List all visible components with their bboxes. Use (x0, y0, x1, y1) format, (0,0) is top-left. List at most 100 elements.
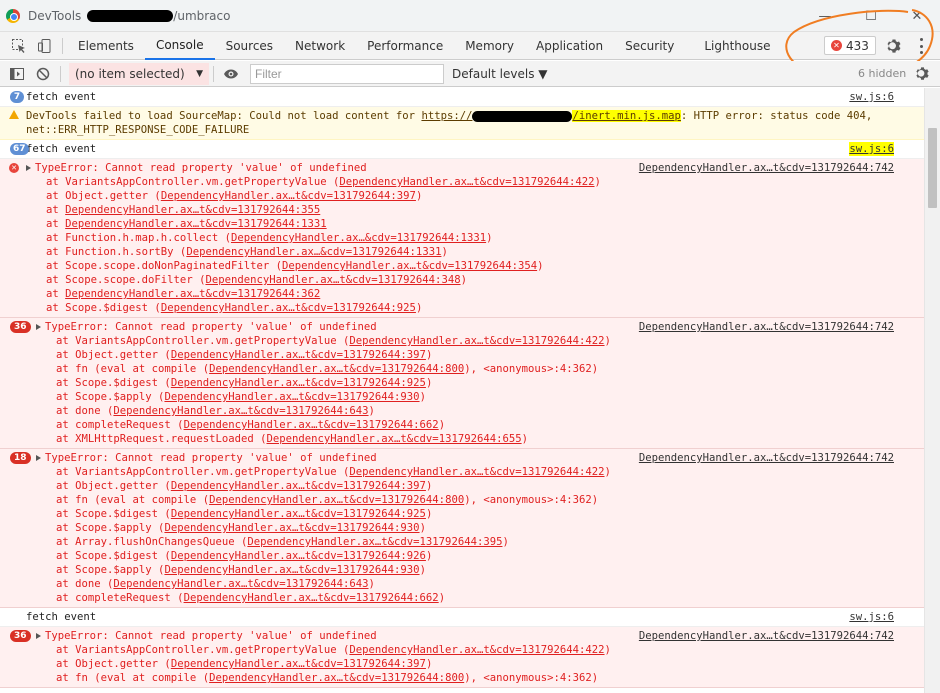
stack-frame-location-link[interactable]: DependencyHandler.ax…t&cdv=131792644:355 (65, 204, 320, 216)
stack-frame-location-link[interactable]: DependencyHandler.ax…t&cdv=131792644:925 (171, 377, 426, 389)
tab-network[interactable]: Network (284, 32, 356, 60)
stack-frame-tail: ) (438, 419, 446, 431)
warning-line: DevTools failed to load SourceMap: Could… (26, 109, 894, 123)
stack-frame: at Scope.$digest (DependencyHandler.ax…t… (46, 301, 894, 315)
stack-frame-function: at Scope.$apply ( (56, 391, 165, 403)
stack-frame-location-link[interactable]: DependencyHandler.ax…t&cdv=131792644:397 (161, 190, 416, 202)
stack-frame-function: at Function.h.map.h.collect ( (46, 232, 231, 244)
console-scrollbar[interactable] (924, 88, 940, 693)
tab-performance[interactable]: Performance (356, 32, 454, 60)
stack-frame-location-link[interactable]: DependencyHandler.ax…t&cdv=131792644:422 (349, 644, 604, 656)
tab-elements[interactable]: Elements (67, 32, 145, 60)
error-count: 433 (846, 38, 869, 53)
stack-frame-location-link[interactable]: DependencyHandler.ax…t&cdv=131792644:395 (247, 536, 502, 548)
toolbar-divider (62, 37, 63, 54)
expand-triangle-icon[interactable] (36, 455, 41, 461)
live-expression-button[interactable] (218, 61, 244, 87)
source-link[interactable]: sw.js:6 (849, 610, 894, 624)
stack-frame-tail: ) (425, 377, 433, 389)
stack-frame: at VariantsAppController.vm.getPropertyV… (46, 175, 894, 189)
tab-security[interactable]: Security (614, 32, 685, 60)
stack-frame-location-link[interactable]: DependencyHandler.ax…t&cdv=131792644:397 (171, 480, 426, 492)
stack-frame: at DependencyHandler.ax…t&cdv=131792644:… (46, 287, 894, 301)
stack-frame-location-link[interactable]: DependencyHandler.ax…t&cdv=131792644:354 (282, 260, 537, 272)
stack-frame-location-link[interactable]: DependencyHandler.ax…t&cdv=131792644:655 (266, 433, 521, 445)
stack-frame: at Object.getter (DependencyHandler.ax…t… (56, 479, 894, 493)
stack-frame-location-link[interactable]: DependencyHandler.ax…t&cdv=131792644:925 (171, 508, 426, 520)
stack-frame-location-link[interactable]: DependencyHandler.ax…&cdv=131792644:1331 (186, 246, 441, 258)
stack-frame: at Scope.$apply (DependencyHandler.ax…t&… (56, 521, 894, 535)
expand-triangle-icon[interactable] (36, 324, 41, 330)
stack-frame-location-link[interactable]: DependencyHandler.ax…t&cdv=131792644:930 (164, 564, 419, 576)
stack-frame-location-link[interactable]: DependencyHandler.ax…t&cdv=131792644:397 (171, 658, 426, 670)
stack-frame-location-link[interactable]: DependencyHandler.ax…t&cdv=131792644:422 (339, 176, 594, 188)
stack-frame: at Scope.$digest (DependencyHandler.ax…t… (56, 549, 894, 563)
stack-frame-location-link[interactable]: DependencyHandler.ax…t&cdv=131792644:800 (209, 494, 464, 506)
stack-frame-function: at Scope.$digest ( (46, 302, 161, 314)
stack-frame-location-link[interactable]: DependencyHandler.ax…t&cdv=131792644:800 (209, 672, 464, 684)
stack-frame-tail: ) (425, 480, 433, 492)
tab-console[interactable]: Console (144, 32, 215, 60)
stack-frame-location-link[interactable]: DependencyHandler.ax…t&cdv=131792644:926 (171, 550, 426, 562)
stack-frame-tail: ) (604, 335, 611, 347)
stack-frame-location-link[interactable]: DependencyHandler.ax…t&cdv=131792644:930 (164, 391, 419, 403)
stack-frame-function: at Array.flushOnChangesQueue ( (56, 536, 248, 548)
stack-frame-location-link[interactable]: DependencyHandler.ax…&cdv=131792644:1331 (231, 232, 486, 244)
source-link[interactable]: DependencyHandler.ax…t&cdv=131792644:742 (639, 451, 894, 465)
tab-application[interactable]: Application (525, 32, 614, 60)
tab-sources[interactable]: Sources (215, 32, 284, 60)
expand-triangle-icon[interactable] (36, 633, 41, 639)
source-link[interactable]: DependencyHandler.ax…t&cdv=131792644:742 (639, 161, 894, 175)
stack-frame-tail: ) (460, 274, 467, 286)
tab-memory[interactable]: Memory (454, 32, 525, 60)
stack-frame-location-link[interactable]: DependencyHandler.ax…t&cdv=131792644:662 (184, 592, 439, 604)
sourcemap-file-link[interactable]: /inert.min.js.map (572, 110, 681, 122)
stack-frame-location-link[interactable]: DependencyHandler.ax…t&cdv=131792644:397 (171, 349, 426, 361)
source-link[interactable]: sw.js:6 (849, 90, 894, 104)
scrollbar-thumb[interactable] (928, 128, 937, 208)
stack-frame-location-link[interactable]: DependencyHandler.ax…t&cdv=131792644:930 (164, 522, 419, 534)
devtools-tab-bar: Elements Console Sources Network Performance… (0, 32, 940, 60)
stack-frame: at Scope.$apply (DependencyHandler.ax…t&… (56, 563, 894, 577)
more-options-button[interactable] (918, 38, 924, 54)
stack-frame-location-link[interactable]: DependencyHandler.ax…t&cdv=131792644:422 (349, 335, 604, 347)
stack-frame-location-link[interactable]: DependencyHandler.ax…t&cdv=131792644:133… (65, 218, 327, 230)
repeat-count-badge: 67 (10, 143, 29, 155)
stack-frame-function: at done ( (56, 405, 114, 417)
stack-frame-function: at Object.getter ( (56, 658, 171, 670)
stack-frame-location-link[interactable]: DependencyHandler.ax…t&cdv=131792644:348 (205, 274, 460, 286)
console-settings-gear-icon[interactable] (914, 65, 931, 82)
stack-frame-tail: ) (419, 522, 426, 534)
context-selector[interactable]: (no item selected) ▼ (69, 62, 209, 85)
stack-frame-location-link[interactable]: DependencyHandler.ax…t&cdv=131792644:362 (65, 288, 320, 300)
clear-console-button[interactable] (30, 61, 56, 87)
maximize-button[interactable]: ☐ (848, 0, 894, 32)
stack-frame-location-link[interactable]: DependencyHandler.ax…t&cdv=131792644:662 (184, 419, 439, 431)
settings-gear-icon[interactable] (885, 37, 903, 55)
stack-frame: at VariantsAppController.vm.getPropertyV… (56, 465, 894, 479)
show-sidebar-button[interactable] (4, 61, 30, 87)
close-window-button[interactable]: ✕ (894, 0, 940, 32)
stack-frame-location-link[interactable]: DependencyHandler.ax…t&cdv=131792644:643 (113, 578, 368, 590)
filter-input[interactable] (250, 63, 444, 84)
stack-frame-location-link[interactable]: DependencyHandler.ax…t&cdv=131792644:925 (161, 302, 416, 314)
log-levels-dropdown[interactable]: Default levels ▼ (452, 67, 548, 81)
stack-frame-function: at Scope.$apply ( (56, 564, 165, 576)
inspect-element-button[interactable] (6, 33, 32, 59)
source-link[interactable]: DependencyHandler.ax…t&cdv=131792644:742 (639, 320, 894, 334)
device-toolbar-button[interactable] (32, 33, 58, 59)
source-link[interactable]: sw.js:6 (849, 142, 894, 156)
sourcemap-url-link[interactable]: https:// (421, 110, 472, 122)
expand-triangle-icon[interactable] (26, 165, 31, 171)
stack-frame-location-link[interactable]: DependencyHandler.ax…t&cdv=131792644:422 (349, 466, 604, 478)
stack-frame-tail: ) (425, 550, 433, 562)
stack-frame-tail: ) (502, 536, 509, 548)
minimize-button[interactable]: — (802, 0, 848, 32)
stack-frame-location-link[interactable]: DependencyHandler.ax…t&cdv=131792644:800 (209, 363, 464, 375)
stack-frame-tail: ) (419, 391, 426, 403)
stack-frame-location-link[interactable]: DependencyHandler.ax…t&cdv=131792644:643 (113, 405, 368, 417)
source-link[interactable]: DependencyHandler.ax…t&cdv=131792644:742 (639, 629, 894, 643)
stack-frame-function: at Scope.scope.doFilter ( (46, 274, 206, 286)
error-counter-button[interactable]: ✕ 433 (824, 36, 876, 55)
tab-lighthouse[interactable]: Lighthouse (693, 32, 781, 60)
